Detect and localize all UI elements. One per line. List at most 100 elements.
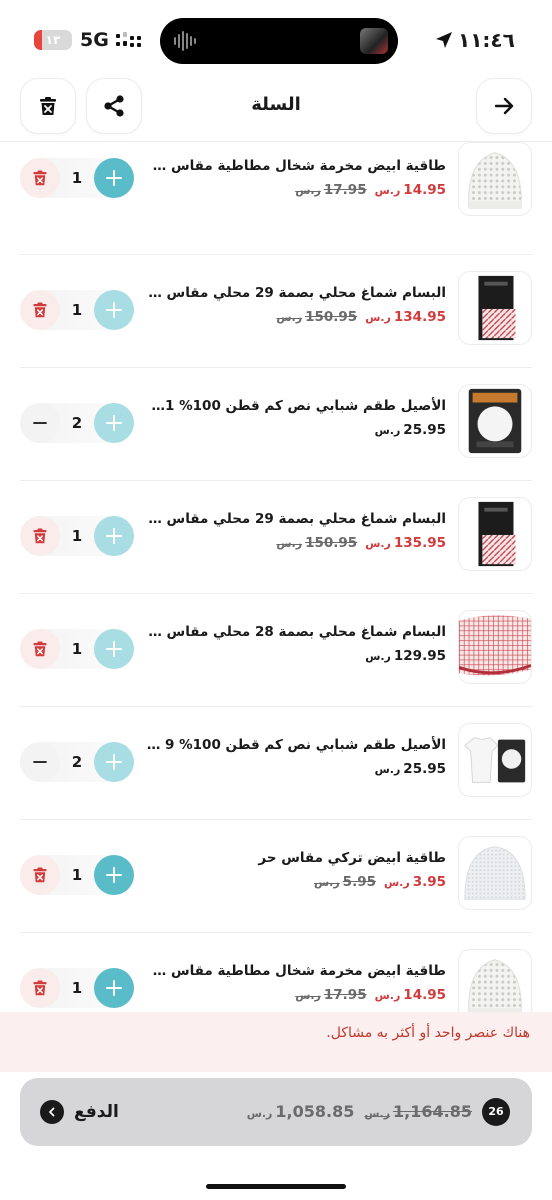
status-bar: ١٣ 5G ١١:٤٦	[0, 0, 552, 72]
plus-icon	[106, 867, 122, 883]
shemagh-box-image	[478, 275, 516, 341]
clear-cart-button[interactable]	[20, 78, 76, 134]
cart-item: الأصيل طقم شبابي نص كم قطن 100% 11 -12 س…	[0, 368, 552, 481]
plus-icon	[106, 170, 122, 186]
product-prices: 14.95ر.س 17.95ر.س	[295, 180, 446, 201]
product-old-price: 17.95ر.س	[295, 987, 367, 1003]
product-name[interactable]: الأصيل طقم شبابي نص كم قطن 100% 11 -12 س…	[146, 396, 446, 416]
product-prices: 135.95ر.س 150.95ر.س	[276, 533, 446, 554]
product-image[interactable]	[458, 384, 532, 458]
product-price: 14.95ر.س	[374, 182, 446, 198]
product-name[interactable]: البسام شماغ محلي بصمة 29 محلي مقاس 55	[146, 283, 446, 303]
remove-item-button[interactable]	[20, 855, 60, 895]
album-art	[360, 28, 388, 54]
checkout-label: الدفع	[74, 1102, 119, 1122]
item-count-badge: 26	[482, 1098, 510, 1126]
product-price: 25.95ر.س	[374, 422, 446, 438]
plus-icon	[106, 754, 122, 770]
product-image[interactable]	[458, 497, 532, 571]
remove-item-button[interactable]	[20, 516, 60, 556]
remove-item-button[interactable]	[20, 158, 60, 198]
trash-icon	[40, 97, 56, 115]
product-price: 3.95ر.س	[383, 874, 446, 890]
increase-quantity-button[interactable]	[94, 516, 134, 556]
cart-item: طاقية ابيض تركي مقاس حر 3.95ر.س 5.95ر.س 1	[0, 820, 552, 933]
checkout-button[interactable]: 26 1,164.85ر.س 1,058.85ر.س الدفع	[20, 1078, 532, 1146]
share-icon	[104, 95, 124, 117]
trash-icon	[33, 170, 47, 186]
arrow-right-icon	[494, 97, 514, 115]
increase-quantity-button[interactable]	[94, 742, 134, 782]
error-banner: هناك عنصر واحد أو أكثر به مشاكل.	[0, 1012, 552, 1072]
undershirt-set-image	[464, 737, 526, 783]
product-prices: 129.95ر.س	[365, 646, 446, 667]
product-image[interactable]	[458, 142, 532, 216]
quantity-stepper: 2	[20, 403, 134, 443]
cart-item: البسام شماغ محلي بصمة 28 محلي مقاس 58 129…	[0, 594, 552, 707]
trash-icon	[33, 641, 47, 657]
cart-item: البسام شماغ محلي بصمة 29 محلي مقاس 58 135…	[0, 481, 552, 594]
product-name[interactable]: طاقية ابيض مخرمة شخال مطاطية مقاس وسط	[146, 961, 446, 981]
remove-item-button[interactable]	[20, 968, 60, 1008]
product-price: 25.95ر.س	[374, 761, 446, 777]
product-name[interactable]: طاقية ابيض مخرمة شخال مطاطية مقاس كبير ج…	[146, 156, 446, 176]
increase-quantity-button[interactable]	[94, 629, 134, 669]
quantity-value: 1	[71, 169, 83, 187]
quantity-value: 1	[71, 640, 83, 658]
signal-icon	[116, 32, 141, 47]
quantity-value: 1	[71, 527, 83, 545]
decrease-quantity-button[interactable]	[20, 742, 60, 782]
home-indicator	[206, 1184, 346, 1189]
product-name[interactable]: البسام شماغ محلي بصمة 29 محلي مقاس 58	[146, 509, 446, 529]
increase-quantity-button[interactable]	[94, 403, 134, 443]
quantity-value: 1	[71, 979, 83, 997]
trash-icon	[33, 867, 47, 883]
product-old-price: 17.95ر.س	[295, 182, 367, 198]
quantity-value: 1	[71, 866, 83, 884]
plus-icon	[106, 641, 122, 657]
quantity-stepper: 1	[20, 516, 134, 556]
cart-list: طاقية ابيض مخرمة شخال مطاطية مقاس كبير ج…	[0, 142, 552, 1046]
increase-quantity-button[interactable]	[94, 968, 134, 1008]
product-price: 129.95ر.س	[365, 648, 446, 664]
undershirt-pack-image	[468, 388, 522, 454]
remove-item-button[interactable]	[20, 629, 60, 669]
total: 1,058.85ر.س	[246, 1102, 355, 1121]
product-image[interactable]	[458, 271, 532, 345]
quantity-value: 2	[71, 753, 83, 771]
shemagh-cloth-image	[459, 615, 531, 676]
chevron-left-icon	[40, 1100, 64, 1124]
product-old-price: 150.95ر.س	[276, 535, 358, 551]
product-old-price: 150.95ر.س	[276, 309, 358, 325]
network-type: 5G	[80, 29, 109, 51]
old-total: 1,164.85ر.س	[364, 1102, 472, 1121]
dynamic-island	[160, 18, 398, 64]
product-prices: 25.95ر.س	[375, 759, 446, 780]
decrease-quantity-button[interactable]	[20, 403, 60, 443]
product-name[interactable]: طاقية ابيض تركي مقاس حر	[146, 848, 446, 868]
back-button[interactable]	[476, 78, 532, 134]
clock: ١١:٤٦	[458, 28, 515, 52]
plus-icon	[106, 528, 122, 544]
product-name[interactable]: الأصيل طقم شبابي نص كم قطن 100% 9 -10 سن…	[146, 735, 446, 755]
share-button[interactable]	[86, 78, 142, 134]
increase-quantity-button[interactable]	[94, 855, 134, 895]
knit-cap-image	[464, 846, 526, 900]
checkout-totals: 1,164.85ر.س 1,058.85ر.س	[247, 1100, 472, 1126]
product-prices: 134.95ر.س 150.95ر.س	[276, 307, 446, 328]
increase-quantity-button[interactable]	[94, 158, 134, 198]
product-name[interactable]: البسام شماغ محلي بصمة 28 محلي مقاس 58	[146, 622, 446, 642]
product-image[interactable]	[458, 610, 532, 684]
product-image[interactable]	[458, 723, 532, 797]
product-image[interactable]	[458, 836, 532, 910]
plus-icon	[106, 415, 122, 431]
trash-icon	[33, 528, 47, 544]
quantity-stepper: 1	[20, 968, 134, 1008]
increase-quantity-button[interactable]	[94, 290, 134, 330]
cart-item: طاقية ابيض مخرمة شخال مطاطية مقاس كبير ج…	[0, 142, 552, 255]
product-price: 134.95ر.س	[365, 309, 446, 325]
location-arrow-icon	[436, 32, 452, 48]
product-price: 14.95ر.س	[374, 987, 446, 1003]
remove-item-button[interactable]	[20, 290, 60, 330]
plus-icon	[106, 302, 122, 318]
